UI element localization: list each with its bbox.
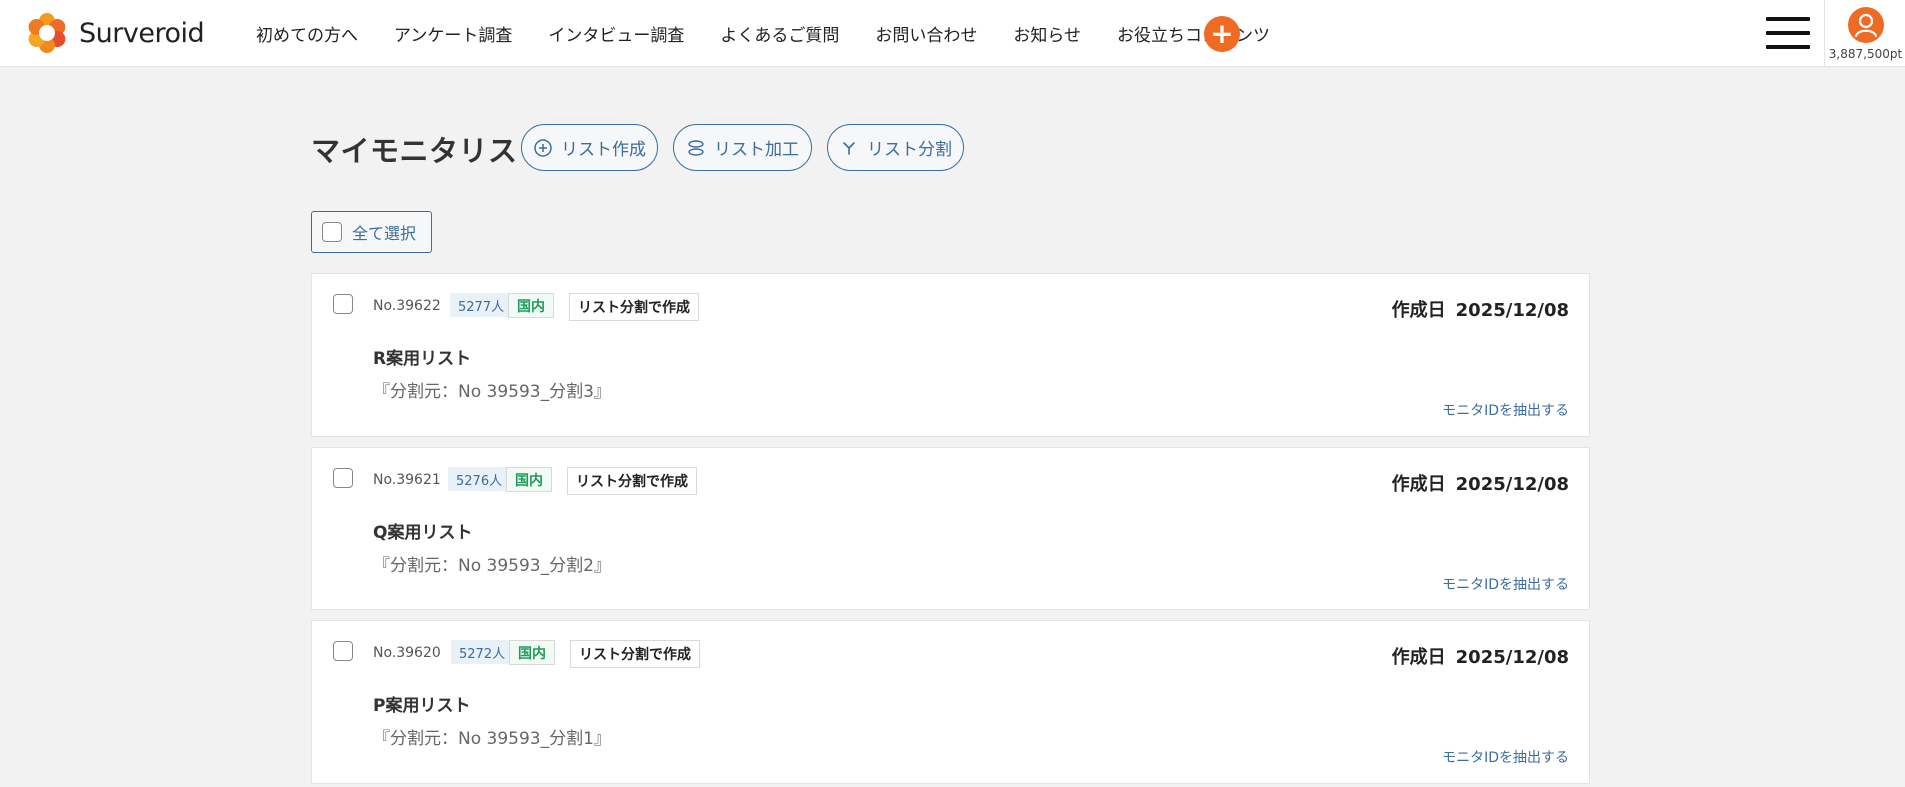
list-card: No.39620 5272人 国内 リスト分割で作成 作成日 2025/12/08…	[311, 620, 1590, 784]
logo-text: Surveroid	[79, 17, 205, 49]
nav-survey[interactable]: アンケート調査	[394, 21, 512, 46]
monitor-count-badge: 5276人	[448, 467, 511, 491]
points-balance: 3,887,500pt	[1828, 47, 1903, 61]
created-date: 作成日 2025/12/08	[1392, 470, 1569, 496]
nav-interview[interactable]: インタビュー調査	[548, 21, 684, 46]
process-list-label: リスト加工	[714, 140, 799, 160]
nav-contents[interactable]: お役立ちコンテンツ	[1117, 21, 1270, 46]
page-title: マイモニタリスト	[311, 134, 548, 168]
list-checkbox[interactable]	[333, 641, 353, 661]
extract-monitor-id-link[interactable]: モニタIDを抽出する	[1442, 574, 1569, 594]
monitor-count-badge: 5277人	[450, 293, 513, 317]
nav-news[interactable]: お知らせ	[1013, 21, 1081, 46]
list-number: No.39622	[373, 298, 441, 314]
extract-monitor-id-link[interactable]: モニタIDを抽出する	[1442, 400, 1569, 420]
list-number: No.39620	[373, 645, 441, 661]
select-all-button[interactable]: 全て選択	[311, 211, 432, 253]
user-account[interactable]: 3,887,500pt	[1824, 0, 1905, 67]
select-all-checkbox[interactable]	[322, 222, 342, 242]
extract-monitor-id-link[interactable]: モニタIDを抽出する	[1442, 747, 1569, 767]
created-date-value: 2025/12/08	[1455, 300, 1569, 321]
list-name: P案用リスト	[373, 696, 471, 716]
split-icon	[843, 141, 855, 155]
plus-icon: +	[1210, 17, 1234, 50]
list-name: R案用リスト	[373, 349, 472, 369]
region-badge: 国内	[508, 293, 554, 318]
nav-beginners[interactable]: 初めての方へ	[256, 21, 358, 46]
merge-icon	[688, 139, 704, 156]
created-date-value: 2025/12/08	[1455, 647, 1569, 668]
plus-circle-icon	[534, 138, 552, 157]
created-date: 作成日 2025/12/08	[1392, 296, 1569, 322]
created-label: 作成日	[1391, 647, 1446, 668]
menu-icon[interactable]	[1766, 15, 1810, 51]
list-source: 『分割元：No 39593_分割1』	[373, 729, 611, 749]
nav-faq[interactable]: よくあるご質問	[720, 21, 839, 46]
top-header: Surveroid 初めての方へ アンケート調査 インタビュー調査 よくあるご質…	[0, 0, 1905, 67]
split-list-button[interactable]: リスト分割	[827, 124, 964, 171]
user-avatar-icon	[1848, 7, 1884, 43]
select-all-label: 全て選択	[352, 224, 417, 243]
list-card: No.39622 5277人 国内 リスト分割で作成 作成日 2025/12/08…	[311, 273, 1590, 437]
monitor-count-badge: 5272人	[451, 640, 514, 664]
main-nav: 初めての方へ アンケート調査 インタビュー調査 よくあるご質問 お問い合わせ お…	[256, 0, 1306, 67]
region-badge: 国内	[506, 467, 552, 492]
list-number: No.39621	[373, 472, 441, 488]
flower-logo-icon	[28, 13, 66, 53]
list-checkbox[interactable]	[333, 468, 353, 488]
nav-contact[interactable]: お問い合わせ	[875, 21, 977, 46]
created-label: 作成日	[1391, 300, 1446, 321]
list-name: Q案用リスト	[373, 523, 473, 543]
create-list-label: リスト作成	[561, 140, 646, 160]
region-badge: 国内	[509, 640, 555, 665]
list-source: 『分割元：No 39593_分割3』	[373, 382, 611, 402]
process-list-button[interactable]: リスト加工	[673, 124, 812, 171]
list-checkbox[interactable]	[333, 294, 353, 314]
created-label: 作成日	[1391, 474, 1446, 495]
create-new-button[interactable]: +	[1204, 16, 1240, 52]
creation-method-badge: リスト分割で作成	[569, 293, 699, 321]
creation-method-badge: リスト分割で作成	[570, 640, 700, 668]
list-card: No.39621 5276人 国内 リスト分割で作成 作成日 2025/12/08…	[311, 447, 1590, 610]
created-date: 作成日 2025/12/08	[1392, 643, 1569, 669]
created-date-value: 2025/12/08	[1455, 474, 1569, 495]
site-logo[interactable]: Surveroid	[24, 9, 205, 57]
list-source: 『分割元：No 39593_分割2』	[373, 556, 611, 576]
creation-method-badge: リスト分割で作成	[567, 467, 697, 495]
create-list-button[interactable]: リスト作成	[521, 124, 658, 171]
split-list-label: リスト分割	[867, 140, 952, 160]
